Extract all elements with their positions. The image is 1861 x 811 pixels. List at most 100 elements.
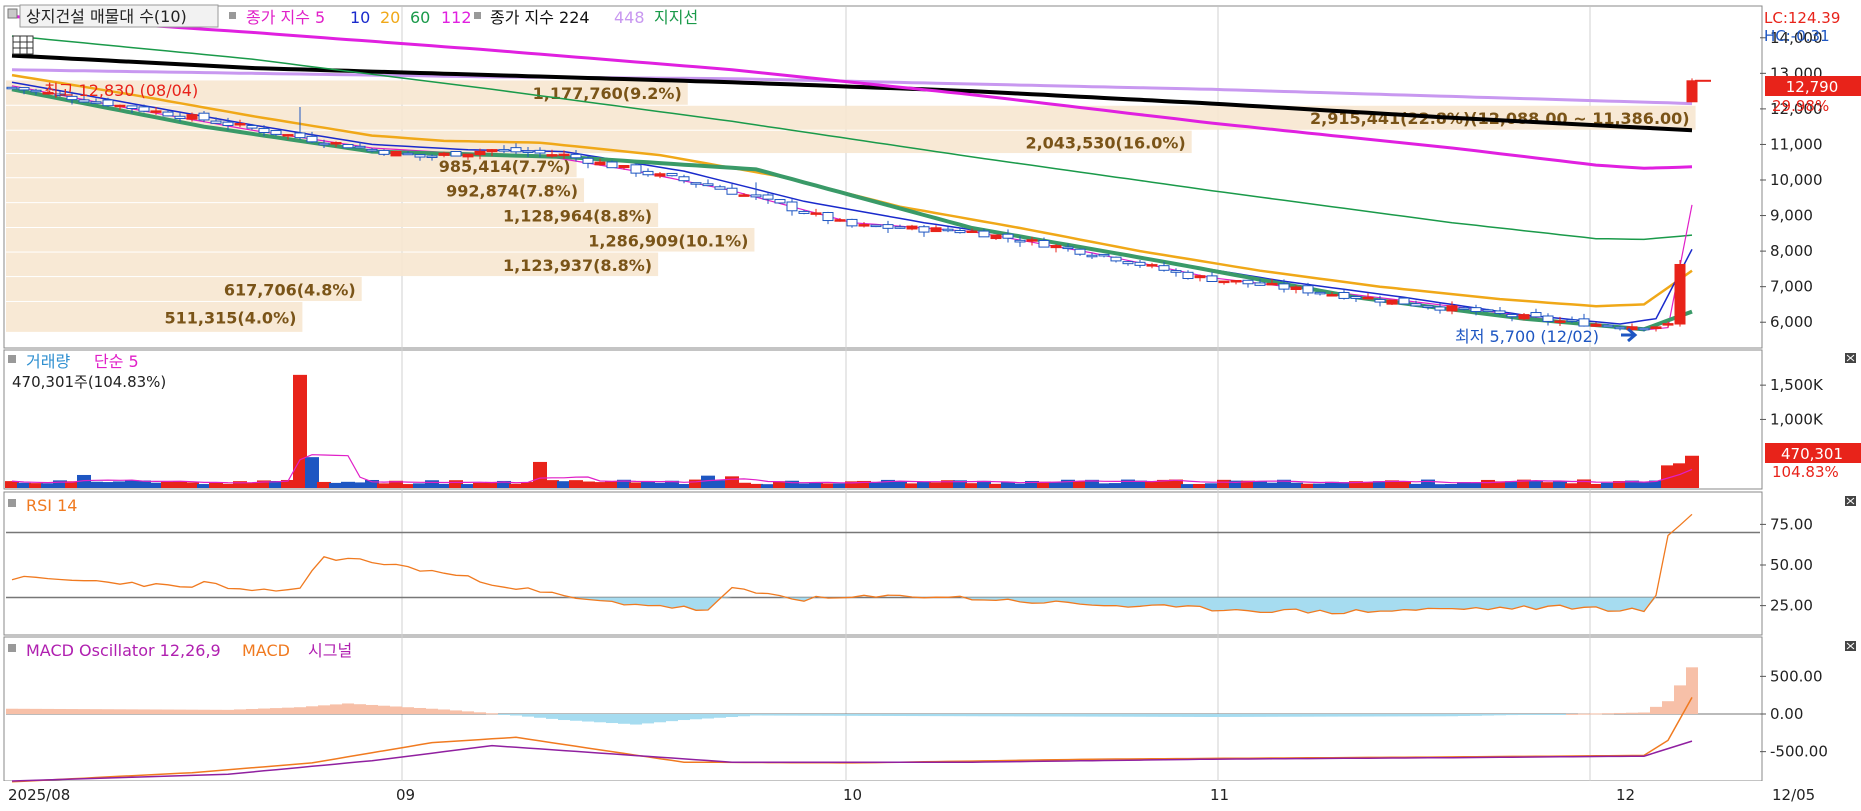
volume-bar[interactable]: [653, 482, 667, 488]
volume-bar[interactable]: [125, 480, 139, 488]
candle-up[interactable]: [1230, 279, 1242, 283]
candle-up[interactable]: [234, 122, 246, 126]
candle-down[interactable]: [1038, 240, 1050, 248]
candle-down[interactable]: [1302, 285, 1314, 294]
candle-down[interactable]: [1062, 246, 1074, 250]
volume-bar[interactable]: [1301, 483, 1315, 488]
candle-down[interactable]: [1338, 292, 1350, 299]
candle-up[interactable]: [1686, 80, 1698, 103]
candle-down[interactable]: [1566, 319, 1578, 322]
candle-down[interactable]: [222, 121, 234, 126]
candle-down[interactable]: [726, 187, 738, 195]
volume-bar[interactable]: [1181, 484, 1195, 488]
candle-down[interactable]: [1254, 282, 1266, 286]
candle-up[interactable]: [150, 110, 162, 113]
candle-down[interactable]: [1542, 315, 1554, 322]
macd-title[interactable]: MACD: [242, 641, 290, 660]
volume-bar[interactable]: [833, 483, 847, 488]
volume-bar[interactable]: [353, 482, 367, 488]
volume-bar[interactable]: [605, 481, 619, 488]
volume-bar[interactable]: [1205, 483, 1219, 488]
candle-down[interactable]: [1158, 265, 1170, 271]
stock-name[interactable]: 상지건설 매물대 수(10): [26, 7, 187, 26]
candle-down[interactable]: [714, 186, 726, 190]
candle-up[interactable]: [114, 104, 126, 108]
candle-up[interactable]: [330, 142, 342, 145]
volume-bar[interactable]: [5, 481, 19, 488]
volume-bar[interactable]: [581, 481, 595, 488]
close-icon[interactable]: [1845, 353, 1856, 363]
candle-down[interactable]: [1314, 291, 1326, 295]
candle-down[interactable]: [1638, 327, 1650, 331]
volume-bar[interactable]: [965, 483, 979, 488]
volume-bar[interactable]: [1253, 481, 1267, 488]
volume-bar[interactable]: [149, 482, 163, 488]
candle-down[interactable]: [450, 151, 462, 157]
candle-down[interactable]: [882, 224, 894, 229]
candle-up[interactable]: [966, 230, 978, 234]
candle-down[interactable]: [498, 149, 510, 152]
candle-down[interactable]: [534, 149, 546, 154]
volume-bar[interactable]: [725, 476, 739, 488]
close-icon[interactable]: [1845, 496, 1856, 506]
candle-down[interactable]: [750, 194, 762, 198]
candle-up[interactable]: [990, 234, 1002, 240]
volume-bar[interactable]: [593, 482, 607, 488]
volume-bar[interactable]: [425, 480, 439, 488]
volume-bar[interactable]: [413, 483, 427, 488]
volume-bar[interactable]: [449, 480, 463, 488]
close-icon[interactable]: [1845, 641, 1856, 651]
volume-bar[interactable]: [1577, 479, 1591, 488]
candle-down[interactable]: [1110, 256, 1122, 262]
candle-down[interactable]: [1470, 307, 1482, 313]
volume-bar[interactable]: [1193, 483, 1207, 488]
candle-up[interactable]: [474, 150, 486, 156]
legend-support[interactable]: 지지선: [654, 8, 698, 27]
candle-down[interactable]: [642, 170, 654, 176]
volume-bar[interactable]: [629, 482, 643, 488]
candle-down[interactable]: [174, 115, 186, 119]
candle-down[interactable]: [1494, 310, 1506, 314]
volume-bar[interactable]: [1217, 479, 1231, 488]
candle-up[interactable]: [1362, 296, 1374, 300]
volume-bar[interactable]: [29, 483, 43, 488]
candle-down[interactable]: [270, 130, 282, 135]
rsi-title[interactable]: RSI 14: [26, 496, 77, 515]
legend-ma5[interactable]: 종가 지수 5: [246, 8, 325, 27]
table-icon[interactable]: [12, 35, 34, 55]
candle-down[interactable]: [1014, 239, 1026, 243]
volume-bar[interactable]: [989, 483, 1003, 488]
volume-bar[interactable]: [1445, 484, 1459, 488]
candle-down[interactable]: [870, 224, 882, 228]
candle-up[interactable]: [654, 173, 666, 177]
candle-down[interactable]: [1242, 279, 1254, 285]
panel-toggle-icon[interactable]: [8, 644, 16, 652]
candle-down[interactable]: [6, 86, 18, 90]
candle-down[interactable]: [1422, 305, 1434, 309]
volume-bar[interactable]: [113, 481, 127, 488]
candle-down[interactable]: [1374, 298, 1386, 303]
volume-bar[interactable]: [713, 480, 727, 488]
volume-bar[interactable]: [317, 481, 331, 488]
volume-bar[interactable]: [1589, 483, 1603, 488]
macd-osc-title[interactable]: MACD Oscillator 12,26,9: [26, 641, 221, 660]
volume-bar[interactable]: [221, 483, 235, 488]
candle-up[interactable]: [1386, 299, 1398, 305]
candle-up[interactable]: [618, 165, 630, 169]
candle-down[interactable]: [690, 182, 702, 185]
volume-bar[interactable]: [17, 482, 31, 488]
volume-bar[interactable]: [461, 484, 475, 488]
candle-up[interactable]: [1518, 314, 1530, 320]
volume-bar[interactable]: [641, 481, 655, 488]
volume-ma-title[interactable]: 단순 5: [94, 352, 139, 371]
volume-bar[interactable]: [1049, 482, 1063, 488]
candle-up[interactable]: [546, 154, 558, 157]
candle-up[interactable]: [738, 194, 750, 197]
candle-down[interactable]: [678, 176, 690, 182]
candle-down[interactable]: [126, 105, 138, 110]
candle-down[interactable]: [1614, 326, 1626, 330]
panel-toggle-icon[interactable]: [8, 499, 16, 507]
volume-bar[interactable]: [329, 482, 343, 488]
volume-bar[interactable]: [545, 480, 559, 488]
candle-down[interactable]: [1506, 313, 1518, 318]
